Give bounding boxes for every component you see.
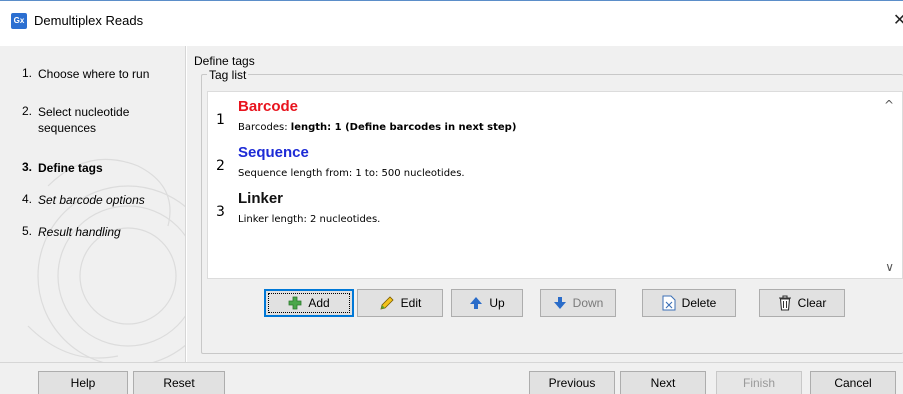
help-button[interactable]: Help <box>38 371 128 394</box>
step-label: Set barcode options <box>38 193 145 207</box>
dialog-footer: Help Reset Previous Next Finish Cancel <box>0 362 903 394</box>
app-icon: Gx <box>11 13 27 29</box>
arrow-up-icon <box>470 297 483 309</box>
tag-description: Sequence length from: 1 to: 500 nucleoti… <box>238 168 465 179</box>
plus-icon <box>288 296 302 310</box>
tag-name: Barcode <box>238 98 299 115</box>
tag-desc-text: Barcodes: <box>238 122 291 133</box>
cancel-button[interactable]: Cancel <box>810 371 896 394</box>
tag-row-barcode[interactable]: 1 Barcode Barcodes: length: 1 (Define ba… <box>208 92 878 138</box>
delete-button[interactable]: Delete <box>642 289 736 317</box>
clear-button[interactable]: Clear <box>759 289 845 317</box>
delete-icon <box>662 295 676 311</box>
scroll-down-icon[interactable]: ∨ <box>885 260 894 274</box>
step-label: Choose where to run <box>38 67 150 81</box>
section-title: Define tags <box>194 54 255 68</box>
up-button[interactable]: Up <box>451 289 523 317</box>
reset-button[interactable]: Reset <box>133 371 225 394</box>
wizard-steps-panel: 1. Choose where to run 2. Select nucleot… <box>0 46 186 362</box>
down-button-label: Down <box>572 296 604 310</box>
down-button[interactable]: Down <box>540 289 616 317</box>
edit-button-label: Edit <box>400 296 422 310</box>
finish-button[interactable]: Finish <box>716 371 802 394</box>
add-button[interactable]: Add <box>264 289 354 317</box>
scroll-up-icon[interactable]: ^ <box>884 98 894 112</box>
trash-icon <box>778 295 791 311</box>
tag-desc-bold: length: 1 (Define barcodes in next step) <box>290 122 517 133</box>
title-bar: Gx Demultiplex Reads ✕ <box>0 0 903 40</box>
group-label: Tag list <box>207 68 249 82</box>
tag-description: Linker length: 2 nucleotides. <box>238 214 381 225</box>
clear-button-label: Clear <box>797 296 827 310</box>
close-icon[interactable]: ✕ <box>893 10 903 29</box>
main-panel: Define tags Tag list 1 Barcode Barcodes:… <box>187 46 903 362</box>
tag-index: 1 <box>216 112 225 128</box>
tag-name: Linker <box>238 190 284 207</box>
step-label: Result handling <box>38 225 121 239</box>
tag-index: 2 <box>216 158 225 174</box>
delete-button-label: Delete <box>681 296 717 310</box>
next-button[interactable]: Next <box>620 371 706 394</box>
tag-list[interactable]: 1 Barcode Barcodes: length: 1 (Define ba… <box>207 91 903 279</box>
step-label: Select nucleotide sequences <box>38 105 130 135</box>
tag-row-linker[interactable]: 3 Linker Linker length: 2 nucleotides. <box>208 184 878 230</box>
arrow-down-icon <box>553 297 566 309</box>
add-button-label: Add <box>308 296 330 310</box>
tag-name: Sequence <box>238 144 309 161</box>
tag-index: 3 <box>216 204 225 220</box>
tag-description: Barcodes: length: 1 (Define barcodes in … <box>238 122 516 133</box>
tag-row-sequence[interactable]: 2 Sequence Sequence length from: 1 to: 5… <box>208 138 878 184</box>
step-label: Define tags <box>38 161 103 175</box>
window-title: Demultiplex Reads <box>34 13 144 28</box>
previous-button[interactable]: Previous <box>529 371 615 394</box>
edit-button[interactable]: Edit <box>357 289 443 317</box>
pencil-icon <box>380 296 394 310</box>
up-button-label: Up <box>489 296 505 310</box>
